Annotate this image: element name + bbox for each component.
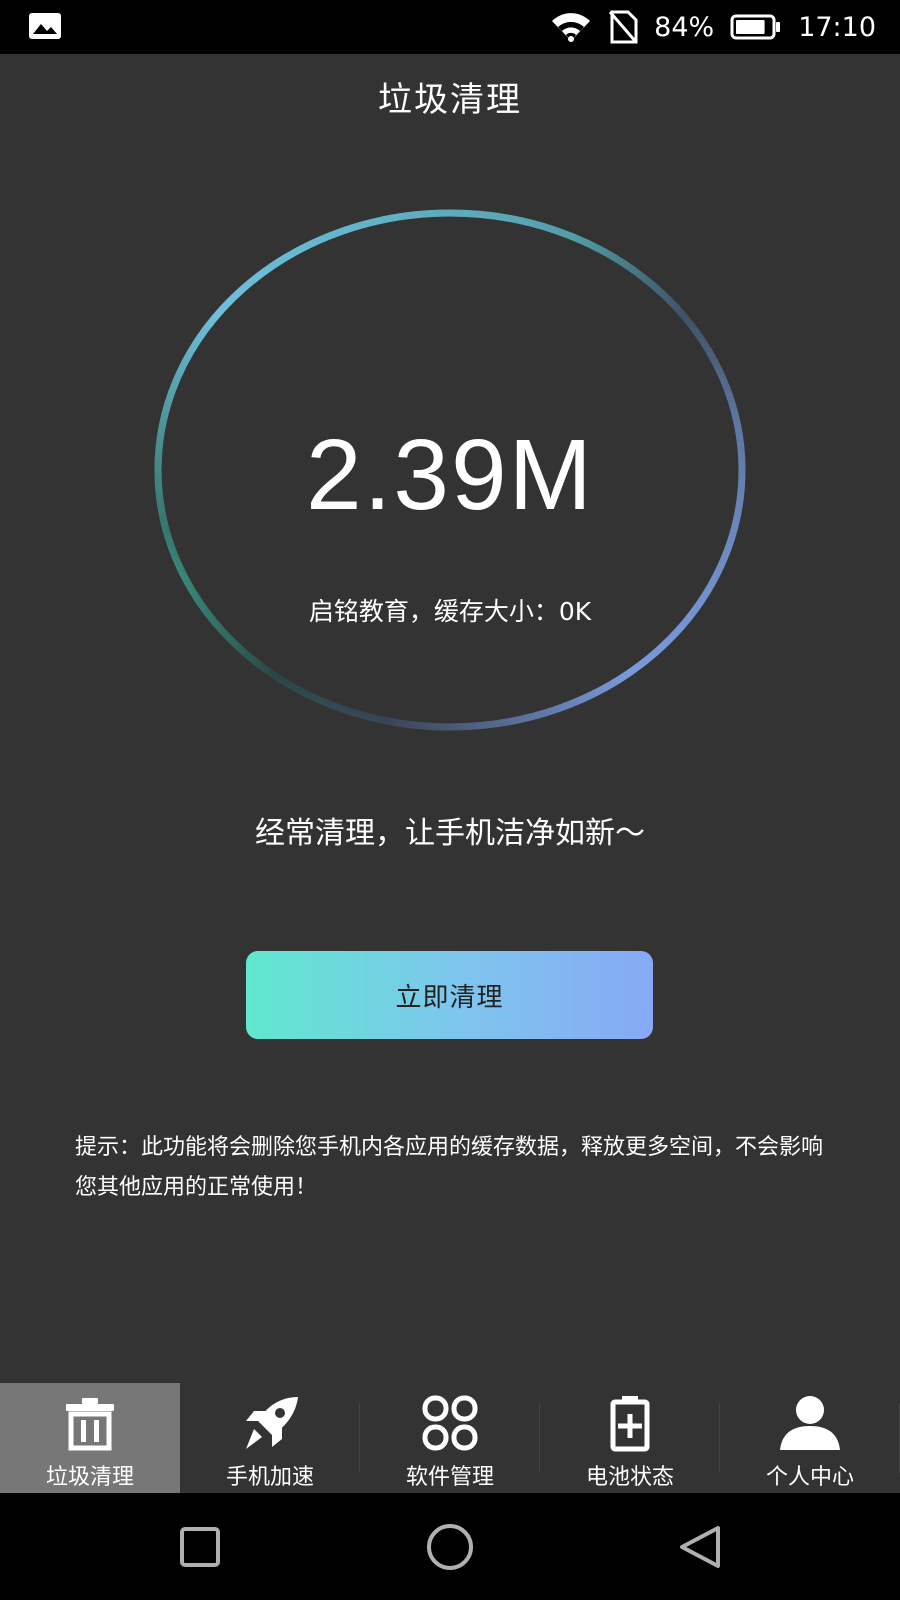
home-button[interactable]: [420, 1517, 480, 1577]
wifi-icon: [552, 13, 591, 42]
slogan: 经常清理，让手机洁净如新～: [255, 816, 645, 851]
square-icon: [180, 1527, 220, 1567]
no-sim-icon: [609, 10, 638, 44]
circle-icon: [427, 1524, 473, 1570]
tip-text: 提示：此功能将会删除您手机内各应用的缓存数据，释放更多空间，不会影响您其他应用的…: [75, 1135, 824, 1200]
clean-now-button[interactable]: 立即清理: [246, 951, 653, 1039]
nav-label: 电池状态: [585, 1465, 674, 1490]
rocket-icon: [238, 1393, 302, 1453]
triangle-back-icon: [680, 1526, 720, 1568]
nav-item-battery-status[interactable]: 电池状态: [540, 1383, 720, 1493]
junk-size-value: 2.39M: [306, 419, 594, 531]
person-icon: [778, 1393, 842, 1453]
battery-percent: 84%: [654, 11, 715, 43]
clock: 17:10: [798, 11, 876, 43]
status-bar: 84% 17:10: [0, 0, 900, 54]
cache-info: 启铭教育，缓存大小：0K: [308, 597, 592, 626]
bottom-nav: 垃圾清理 手机加速 软件管理 电池状态 个人中心: [0, 1383, 900, 1493]
trash-icon: [58, 1393, 122, 1453]
nav-label: 软件管理: [405, 1465, 494, 1490]
apps-grid-icon: [418, 1393, 482, 1453]
system-nav-bar: [0, 1493, 900, 1600]
nav-item-profile[interactable]: 个人中心: [720, 1383, 900, 1493]
nav-item-app-manager[interactable]: 软件管理: [360, 1383, 540, 1493]
status-icons: 84% 17:10: [550, 0, 876, 54]
nav-item-phone-boost[interactable]: 手机加速: [180, 1383, 360, 1493]
recent-apps-button[interactable]: [170, 1517, 230, 1577]
battery-plus-icon: [598, 1393, 662, 1453]
battery-icon: [730, 14, 781, 40]
back-button[interactable]: [670, 1517, 730, 1577]
nav-label: 垃圾清理: [45, 1465, 134, 1490]
nav-label: 个人中心: [765, 1465, 854, 1490]
nav-label: 手机加速: [225, 1465, 314, 1490]
screen: 84% 17:10 垃圾清理 2.39M 启铭教育，缓存大小：0K 经常清理，让…: [0, 0, 900, 1600]
nav-item-junk-clean[interactable]: 垃圾清理: [0, 1383, 180, 1493]
gallery-notification-icon: [29, 13, 61, 39]
page-title: 垃圾清理: [378, 80, 522, 120]
